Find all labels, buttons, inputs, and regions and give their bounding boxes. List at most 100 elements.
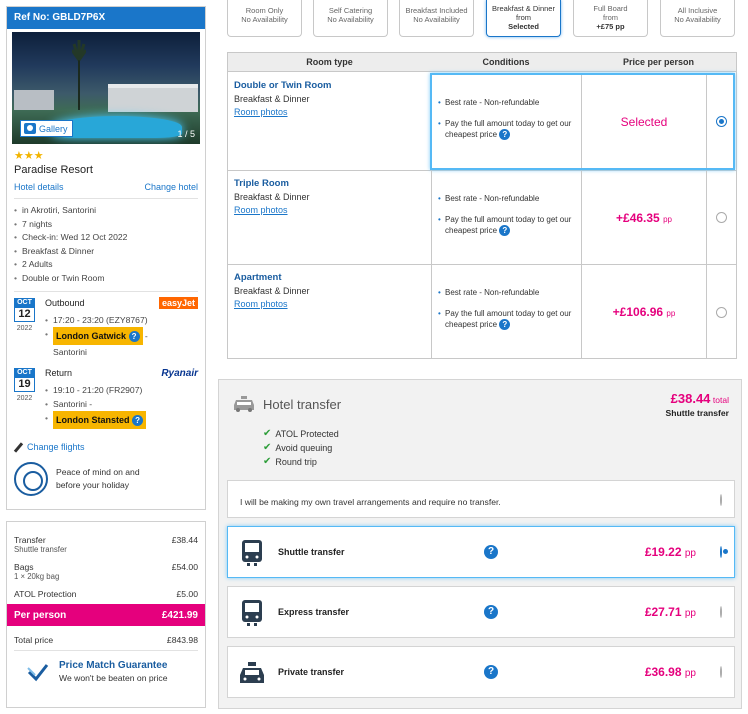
help-icon[interactable]: ? (499, 319, 511, 331)
info-board: Breakfast & Dinner (14, 245, 198, 259)
room-photos-link[interactable]: Room photos (234, 299, 425, 309)
express-radio[interactable] (720, 606, 722, 618)
no-transfer-radio[interactable] (720, 494, 722, 506)
private-radio[interactable] (720, 666, 722, 678)
hotel-photo[interactable]: Gallery 1 / 5 (12, 32, 200, 144)
transfer-sub: Shuttle transfer (14, 545, 67, 554)
room-photos-link[interactable]: Room photos (234, 107, 425, 117)
transfer-total: £38.44 total Shuttle transfer (665, 391, 729, 418)
table-row[interactable]: Double or Twin Room Breakfast & Dinner R… (228, 73, 736, 171)
bags-value: £54.00 (171, 562, 198, 572)
gallery-label: Gallery (39, 123, 68, 134)
shuttle-radio[interactable] (720, 546, 722, 558)
check-icon: ✔ (263, 428, 272, 439)
bags-sub: 1 × 20kg bag (14, 572, 60, 581)
price-summary: Transfer £38.44 Shuttle transfer Bags £5… (6, 521, 206, 708)
trip-info-list: in Akrotiri, Santorini 7 nights Check-in… (7, 199, 205, 285)
divider (14, 291, 198, 292)
pencil-icon (14, 443, 23, 452)
bus-icon (242, 540, 262, 566)
taxi-car-icon (240, 662, 264, 683)
atol-label: ATOL Protection (14, 589, 77, 599)
help-icon[interactable]: ? (484, 545, 498, 559)
gallery-button[interactable]: Gallery (20, 120, 73, 137)
hotel-details-link[interactable]: Hotel details (14, 182, 64, 192)
table-row[interactable]: Triple Room Breakfast & Dinner Room phot… (228, 171, 736, 265)
info-location: in Akrotiri, Santorini (14, 204, 198, 218)
outbound-destination: Santorini (53, 347, 87, 357)
private-transfer-option[interactable]: Private transfer ? £36.98 pp (227, 646, 735, 698)
info-room: Double or Twin Room (14, 272, 198, 286)
tab-full-board[interactable]: Full Board from +£75 pp (573, 0, 648, 37)
transfer-benefits: ✔ ATOL Protected ✔ Avoid queuing ✔ Round tr… (263, 428, 339, 467)
outbound-title: Outbound (45, 298, 85, 308)
return-date-badge: OCT 19 2022 (14, 368, 35, 402)
tab-breakfast-dinner[interactable]: Breakfast & Dinner from Selected (486, 0, 561, 37)
no-transfer-option[interactable]: I will be making my own travel arrangeme… (227, 480, 735, 518)
help-icon[interactable]: ? (132, 415, 144, 427)
table-header: Room type Conditions Price per person (228, 53, 736, 72)
room-board: Breakfast & Dinner (234, 94, 310, 104)
shuttle-transfer-option[interactable]: Shuttle transfer ? £19.22 pp (227, 526, 735, 578)
change-flights-link[interactable]: Change flights (7, 438, 205, 452)
room-name: Apartment (234, 272, 282, 283)
transfer-label: Transfer (14, 535, 46, 545)
tab-room-only[interactable]: Room Only No Availability (227, 0, 302, 37)
outbound-time: 17:20 - 23:20 (EZY8767) (45, 313, 148, 327)
room-photos-link[interactable]: Room photos (234, 205, 425, 215)
arrival-airport-badge[interactable]: London Stansted ? (53, 411, 147, 429)
header-room-type: Room type (306, 57, 353, 67)
room-name: Triple Room (234, 178, 289, 189)
table-row[interactable]: Apartment Breakfast & Dinner Room photos… (228, 265, 736, 359)
return-title: Return (45, 368, 73, 378)
room-price: +£106.96 pp (612, 305, 676, 319)
room-name: Double or Twin Room (234, 80, 332, 91)
booking-reference: Ref No: GBLD7P6X (7, 7, 205, 29)
booking-summary-card: Ref No: GBLD7P6X Gallery 1 / 5 ★★★ Parad… (6, 6, 206, 510)
room-radio[interactable] (716, 212, 727, 223)
help-icon[interactable]: ? (128, 331, 140, 343)
hotel-name: Paradise Resort (14, 164, 93, 176)
tab-all-inclusive[interactable]: All Inclusive No Availability (660, 0, 735, 37)
return-flight: OCT 19 2022 Return Ryanair 19:10 - 21:20… (14, 368, 198, 438)
info-guests: 2 Adults (14, 258, 198, 272)
tab-self-catering[interactable]: Self Catering No Availability (313, 0, 388, 37)
header-price: Price per person (622, 57, 695, 67)
change-hotel-link[interactable]: Change hotel (144, 182, 198, 192)
room-board: Breakfast & Dinner (234, 192, 310, 202)
price-match-guarantee: Price Match Guarantee We won't be beaten… (7, 651, 205, 683)
atol-notice: Peace of mind on and before your holiday (7, 452, 205, 496)
tab-breakfast-included[interactable]: Breakfast Included No Availability (399, 0, 474, 37)
room-radio[interactable] (716, 116, 727, 127)
hotel-transfer-section: Hotel transfer £38.44 total Shuttle tran… (218, 379, 742, 709)
help-icon[interactable]: ? (499, 129, 511, 141)
total-price-row: Total price £843.98 (14, 635, 198, 645)
check-icon: ✔ (263, 442, 272, 453)
atol-value: £5.00 (176, 589, 198, 599)
room-selected-label: Selected (620, 114, 668, 129)
bags-label: Bags (14, 562, 34, 572)
atol-protected-logo (14, 462, 48, 496)
info-nights: 7 nights (14, 218, 198, 232)
easyjet-logo: easyJet (158, 297, 198, 309)
help-icon[interactable]: ? (484, 605, 498, 619)
return-time: 19:10 - 21:20 (FR2907) (45, 383, 146, 397)
room-options-table: Room type Conditions Price per person Do… (227, 52, 737, 359)
departure-airport-badge[interactable]: London Gatwick ? (53, 327, 143, 345)
camera-icon (24, 123, 36, 134)
bus-icon (242, 600, 262, 626)
check-icon: ✔ (263, 456, 272, 467)
room-radio[interactable] (716, 306, 727, 318)
transfer-value: £38.44 (171, 535, 198, 545)
room-board: Breakfast & Dinner (234, 286, 310, 296)
room-price: +£46.35 pp (616, 210, 672, 225)
checkmark-badge-icon (27, 663, 49, 681)
help-icon[interactable]: ? (484, 665, 498, 679)
atol-text: Peace of mind on and before your holiday (56, 467, 140, 490)
info-checkin: Check-in: Wed 12 Oct 2022 (14, 231, 198, 245)
outbound-flight: OCT 12 2022 Outbound easyJet 17:20 - 23:… (14, 297, 198, 368)
transfer-title: Hotel transfer (263, 396, 342, 412)
help-icon[interactable]: ? (499, 225, 511, 237)
express-transfer-option[interactable]: Express transfer ? £27.71 pp (227, 586, 735, 638)
taxi-icon (234, 396, 254, 412)
